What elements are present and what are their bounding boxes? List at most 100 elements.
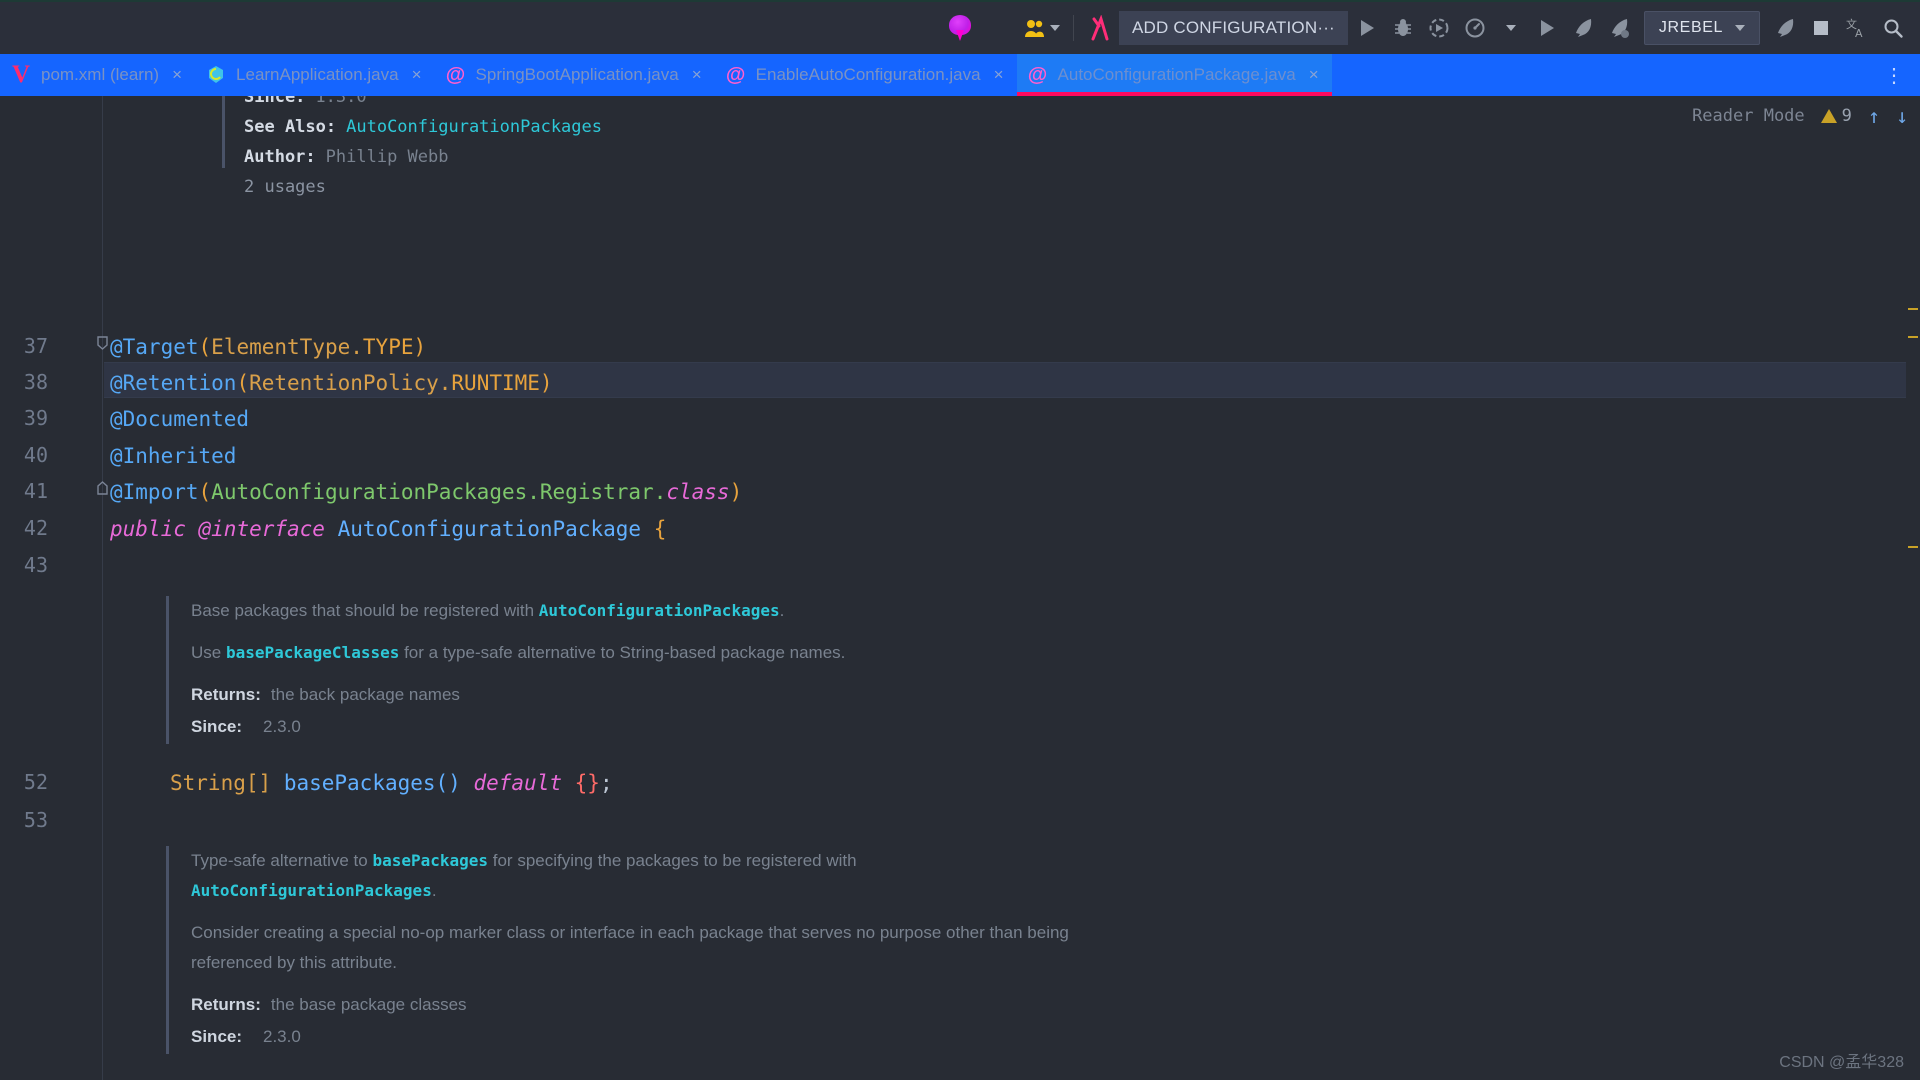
doc-since-row: Since: 1.3.0 — [208, 96, 1920, 112]
line-number: 53 — [0, 808, 48, 832]
warning-count-badge[interactable]: 9 — [1821, 106, 1852, 126]
code-line-37: @Target(ElementType.TYPE) — [110, 334, 426, 360]
tab-autoconfigurationpackage[interactable]: @ AutoConfigurationPackage.java × — [1017, 54, 1332, 96]
javadoc-returns-row: Returns: the base package classes — [191, 990, 1166, 1020]
profiler-button[interactable] — [1458, 8, 1492, 48]
annotation-inherited: @Inherited — [110, 444, 236, 468]
doc-since-value: 1.3.0 — [315, 96, 366, 112]
javadoc-returns-label: Returns: — [191, 680, 261, 710]
toolbar-right-group: ADD CONFIGURATION··· — [1020, 8, 1920, 48]
lambda-glyph — [1088, 15, 1112, 41]
close-icon[interactable]: × — [412, 65, 422, 85]
semicolon: ; — [600, 771, 613, 795]
line-number: 43 — [0, 553, 48, 577]
annotation-at-icon: @ — [725, 64, 747, 86]
add-configuration-button[interactable]: ADD CONFIGURATION··· — [1119, 11, 1348, 45]
lambda-icon[interactable] — [1083, 8, 1117, 48]
debug-bug-icon — [1392, 17, 1414, 39]
tab-learn-application[interactable]: LearnApplication.java × — [195, 54, 435, 96]
watermark: CSDN @孟华328 — [1779, 1048, 1904, 1072]
tab-label: EnableAutoConfiguration.java — [756, 65, 981, 85]
code-line-40: @Inherited — [110, 443, 236, 469]
line-number: 40 — [0, 443, 48, 467]
usages-inlay-hint[interactable]: 2 usages — [208, 172, 1920, 202]
close-icon[interactable]: × — [692, 65, 702, 85]
javadoc-text: Base packages that should be registered … — [191, 601, 539, 620]
editor-tab-bar: V pom.xml (learn) × LearnApplication.jav… — [0, 54, 1920, 96]
enum-constant: RUNTIME — [451, 371, 540, 395]
javadoc-code-ref[interactable]: AutoConfigurationPackages — [539, 601, 780, 620]
javadoc-code-ref[interactable]: AutoConfigurationPackages — [191, 881, 432, 900]
jrebel-selector[interactable]: JREBEL — [1644, 11, 1760, 45]
close-icon[interactable]: × — [1309, 65, 1319, 85]
users-icon[interactable] — [1020, 8, 1064, 48]
code-line-38: @Retention(RetentionPolicy.RUNTIME) — [110, 370, 553, 396]
annotation-at-icon: @ — [1027, 64, 1049, 86]
code-line-41: @Import(AutoConfigurationPackages.Regist… — [110, 479, 742, 505]
jrebel-run-button[interactable] — [1566, 8, 1600, 48]
default-keyword: default — [473, 771, 562, 795]
main-toolbar: ADD CONFIGURATION··· — [0, 0, 1920, 54]
previous-problem-icon[interactable]: ↑ — [1868, 104, 1880, 128]
stripe-marker[interactable] — [1908, 308, 1918, 310]
javadoc-code-ref[interactable]: basePackageClasses — [226, 643, 399, 662]
code-line-42: public @interface AutoConfigurationPacka… — [110, 516, 666, 542]
close-icon[interactable]: × — [172, 65, 182, 85]
javadoc-text: . — [432, 881, 437, 900]
chevron-down-icon[interactable] — [1735, 25, 1745, 31]
search-icon — [1882, 17, 1904, 39]
stripe-marker[interactable] — [1908, 546, 1918, 548]
jrebel-rocket-icon — [1773, 16, 1797, 40]
annotation-import: @Import — [110, 480, 199, 504]
editor: 37 38 39 40 41 42 43 52 53 63 64 — [0, 96, 1920, 1080]
tab-label: LearnApplication.java — [236, 65, 399, 85]
run-secondary-button[interactable] — [1530, 8, 1564, 48]
javadoc-basepackageclasses: Type-safe alternative to basePackages fo… — [166, 846, 1166, 1054]
error-stripe-marker-rail[interactable] — [1906, 96, 1920, 1080]
dot: . — [654, 480, 667, 504]
javadoc-paragraph: Consider creating a special no-op marker… — [191, 918, 1136, 978]
enum-constant: TYPE — [363, 335, 414, 359]
search-button[interactable] — [1876, 8, 1910, 48]
annotation-target: @Target — [110, 335, 199, 359]
dot: . — [350, 335, 363, 359]
javadoc-paragraph: Base packages that should be registered … — [191, 596, 1166, 626]
more-vertical-icon[interactable]: ⋮ — [1870, 54, 1920, 96]
doc-see-also-link[interactable]: AutoConfigurationPackages — [346, 112, 602, 142]
type-name: AutoConfigurationPackage — [338, 517, 641, 541]
doc-see-also-row: See Also: AutoConfigurationPackages — [208, 112, 1920, 142]
editor-status-strip: Reader Mode 9 ↑ ↓ — [1692, 104, 1908, 128]
javadoc-text: . — [780, 601, 785, 620]
dot: . — [439, 371, 452, 395]
line-number: 41 — [0, 479, 48, 503]
javadoc-returns-value: the base package classes — [271, 990, 467, 1020]
doc-author-label: Author: — [244, 142, 316, 172]
javadoc-paragraph: Use basePackageClasses for a type-safe a… — [191, 638, 1166, 668]
run-with-coverage-button[interactable] — [1422, 8, 1456, 48]
run-button[interactable] — [1350, 8, 1384, 48]
profiler-dropdown[interactable] — [1494, 8, 1528, 48]
run-play-icon — [1536, 17, 1558, 39]
balloon-icon — [949, 15, 971, 41]
users-glyph — [1024, 18, 1046, 38]
registrar-class-ref: AutoConfigurationPackages.Registrar — [211, 480, 654, 504]
javadoc-code-ref[interactable]: basePackages — [372, 851, 488, 870]
line-number: 52 — [0, 770, 48, 794]
chevron-down-icon[interactable] — [1050, 25, 1060, 31]
tab-pom-xml[interactable]: V pom.xml (learn) × — [0, 54, 195, 96]
doc-author-row: Author: Phillip Webb — [208, 142, 1920, 172]
debug-button[interactable] — [1386, 8, 1420, 48]
translate-button[interactable]: 文 A — [1840, 8, 1874, 48]
reader-mode-label[interactable]: Reader Mode — [1692, 106, 1805, 126]
stop-button[interactable] — [1804, 8, 1838, 48]
jrebel-extra-button[interactable] — [1768, 8, 1802, 48]
code-content[interactable]: Since: 1.3.0 See Also: AutoConfiguration… — [104, 96, 1920, 1080]
chevron-down-icon — [1506, 25, 1516, 31]
stripe-marker[interactable] — [1908, 336, 1918, 338]
annotation-retention: @Retention — [110, 371, 236, 395]
svg-text:A: A — [1855, 27, 1863, 40]
tab-springbootapplication[interactable]: @ SpringBootApplication.java × — [435, 54, 715, 96]
jrebel-debug-button[interactable] — [1602, 8, 1636, 48]
tab-enableautoconfiguration[interactable]: @ EnableAutoConfiguration.java × — [715, 54, 1017, 96]
close-icon[interactable]: × — [994, 65, 1004, 85]
